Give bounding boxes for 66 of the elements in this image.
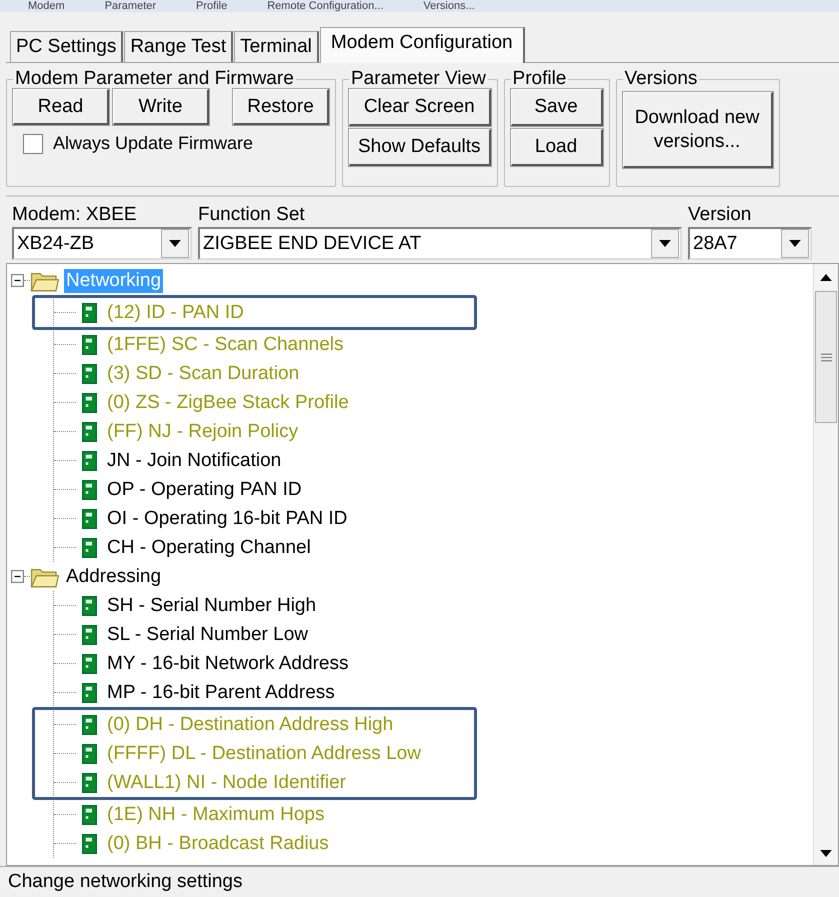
parameter-icon xyxy=(82,596,97,616)
menu-item[interactable]: Parameter xyxy=(104,0,156,12)
tree-item[interactable]: CH - Operating Channel xyxy=(107,536,311,558)
parameter-icon xyxy=(82,302,97,322)
parameter-icon xyxy=(82,450,97,470)
tree-folder[interactable]: Addressing xyxy=(64,564,164,588)
parameter-icon xyxy=(82,682,97,702)
group-title: Parameter View xyxy=(350,69,487,89)
parameter-icon xyxy=(82,480,97,500)
tab[interactable]: Terminal xyxy=(234,31,319,62)
push-button[interactable]: Read xyxy=(13,89,109,125)
checkbox[interactable] xyxy=(23,134,43,154)
parameter-icon xyxy=(82,744,97,764)
parameter-icon xyxy=(82,334,97,354)
collapse-toggle-icon[interactable] xyxy=(11,274,24,287)
field-label: Version xyxy=(688,203,752,227)
parameter-icon xyxy=(82,422,97,442)
tree-item[interactable]: MP - 16-bit Parent Address xyxy=(107,682,335,704)
grip-icon xyxy=(820,352,832,362)
tab[interactable]: Range Test xyxy=(124,31,234,62)
scroll-up-icon[interactable] xyxy=(820,274,832,281)
status-bar: Change networking settings xyxy=(0,866,839,897)
parameter-icon xyxy=(82,772,97,792)
parameter-icon xyxy=(82,508,97,528)
checkbox-label: Always Update Firmware xyxy=(53,133,254,154)
menu-item[interactable]: Versions... xyxy=(423,0,475,12)
tree-item[interactable]: OI - Operating 16-bit PAN ID xyxy=(107,508,348,530)
group-title: Profile xyxy=(512,69,568,89)
parameter-icon xyxy=(82,392,97,412)
push-button[interactable]: Download new versions... xyxy=(622,92,773,168)
dropdown-field[interactable]: XB24-ZB xyxy=(12,227,192,260)
tree-item[interactable]: MY - 16-bit Network Address xyxy=(107,652,348,674)
menu-item[interactable]: Remote Configuration... xyxy=(267,0,384,12)
push-button[interactable]: Clear Screen xyxy=(349,89,491,126)
push-button[interactable]: Save xyxy=(510,89,603,126)
scrollbar[interactable] xyxy=(813,264,838,865)
group-title: Versions xyxy=(624,69,698,89)
parameter-icon xyxy=(82,624,97,644)
field-label: Modem: XBEE xyxy=(12,203,138,227)
tab[interactable]: PC Settings xyxy=(10,31,124,62)
scroll-down-icon[interactable] xyxy=(820,850,832,857)
parameter-icon xyxy=(82,538,97,558)
dropdown-arrow-icon xyxy=(169,240,181,247)
field-label: Function Set xyxy=(198,203,306,227)
dropdown-arrow-icon xyxy=(789,240,801,247)
parameter-icon xyxy=(82,804,97,824)
push-button[interactable]: Write xyxy=(113,89,209,125)
push-button[interactable]: Load xyxy=(510,129,603,166)
tab[interactable]: Modem Configuration xyxy=(320,27,525,63)
tree-item[interactable]: SL - Serial Number Low xyxy=(107,624,308,646)
tree-item[interactable]: SH - Serial Number High xyxy=(107,594,316,616)
menu-item[interactable]: Profile xyxy=(196,0,228,12)
dropdown-field[interactable]: 28A7 xyxy=(688,227,812,260)
group-title: Modem Parameter and Firmware xyxy=(14,69,295,89)
parameter-icon xyxy=(82,834,97,854)
parameter-icon xyxy=(82,364,97,384)
parameter-icon xyxy=(82,714,97,734)
dropdown-field[interactable]: ZIGBEE END DEVICE AT xyxy=(198,227,682,260)
push-button[interactable]: Restore xyxy=(233,89,329,125)
tree-item[interactable]: JN - Join Notification xyxy=(107,450,282,472)
menu-item[interactable]: Modem xyxy=(28,0,65,12)
collapse-toggle-icon[interactable] xyxy=(11,570,24,583)
push-button[interactable]: Show Defaults xyxy=(349,129,491,166)
dropdown-arrow-icon xyxy=(659,240,671,247)
tree-item[interactable]: OP - Operating PAN ID xyxy=(107,478,302,500)
parameter-icon xyxy=(82,654,97,674)
